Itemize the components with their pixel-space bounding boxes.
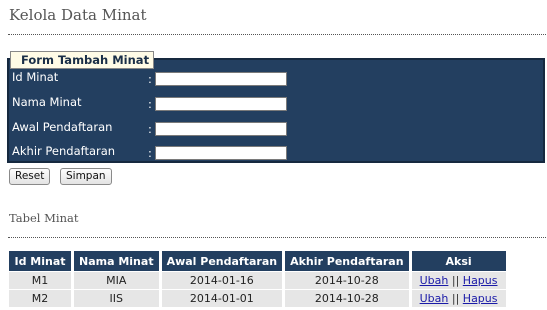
cell-awal-pendaftaran: 2014-01-01 [161,290,283,307]
hapus-link[interactable]: Hapus [463,292,498,305]
minat-table: Id Minat Nama Minat Awal Pendaftaran Akh… [6,250,509,308]
header-nama-minat: Nama Minat [74,251,159,271]
awal-pendaftaran-label: Awal Pendaftaran [12,120,113,134]
table-title: Tabel Minat [9,211,79,225]
cell-nama-minat: MIA [74,272,159,289]
cell-nama-minat: IIS [74,290,159,307]
cell-id-minat: M1 [9,272,71,289]
colon: : [148,122,152,136]
page-title: Kelola Data Minat [9,6,147,24]
link-separator: || [451,274,460,287]
form-row-nama-minat: Nama Minat : [12,94,292,112]
table-divider [8,237,546,238]
cell-id-minat: M2 [9,290,71,307]
hapus-link[interactable]: Hapus [463,274,498,287]
cell-aksi: Ubah || Hapus [411,272,506,289]
colon: : [148,146,152,160]
reset-button[interactable]: Reset [9,168,51,185]
akhir-pendaftaran-label: Akhir Pendaftaran [12,144,116,158]
header-id-minat: Id Minat [9,251,71,271]
cell-aksi: Ubah || Hapus [411,290,506,307]
ubah-link[interactable]: Ubah [420,292,449,305]
header-awal-pendaftaran: Awal Pendaftaran [161,251,283,271]
table-header-row: Id Minat Nama Minat Awal Pendaftaran Akh… [9,251,506,271]
form-row-awal-pendaftaran: Awal Pendaftaran : [12,119,292,137]
form-row-id-minat: Id Minat : [12,69,292,87]
header-aksi: Aksi [411,251,506,271]
colon: : [148,72,152,86]
form-row-akhir-pendaftaran: Akhir Pendaftaran : [12,143,292,161]
nama-minat-input[interactable] [155,97,287,111]
awal-pendaftaran-input[interactable] [155,122,287,136]
table-row: M1 MIA 2014-01-16 2014-10-28 Ubah || Hap… [9,272,506,289]
cell-akhir-pendaftaran: 2014-10-28 [285,272,409,289]
colon: : [148,97,152,111]
title-divider [8,34,546,35]
form-legend: Form Tambah Minat [10,51,155,69]
table-row: M2 IIS 2014-01-01 2014-10-28 Ubah || Hap… [9,290,506,307]
simpan-button[interactable]: Simpan [60,168,112,185]
nama-minat-label: Nama Minat [12,95,82,109]
akhir-pendaftaran-input[interactable] [155,146,287,160]
cell-awal-pendaftaran: 2014-01-16 [161,272,283,289]
header-akhir-pendaftaran: Akhir Pendaftaran [285,251,409,271]
ubah-link[interactable]: Ubah [420,274,449,287]
id-minat-input[interactable] [155,72,287,86]
cell-akhir-pendaftaran: 2014-10-28 [285,290,409,307]
link-separator: || [451,292,460,305]
id-minat-label: Id Minat [12,70,59,84]
